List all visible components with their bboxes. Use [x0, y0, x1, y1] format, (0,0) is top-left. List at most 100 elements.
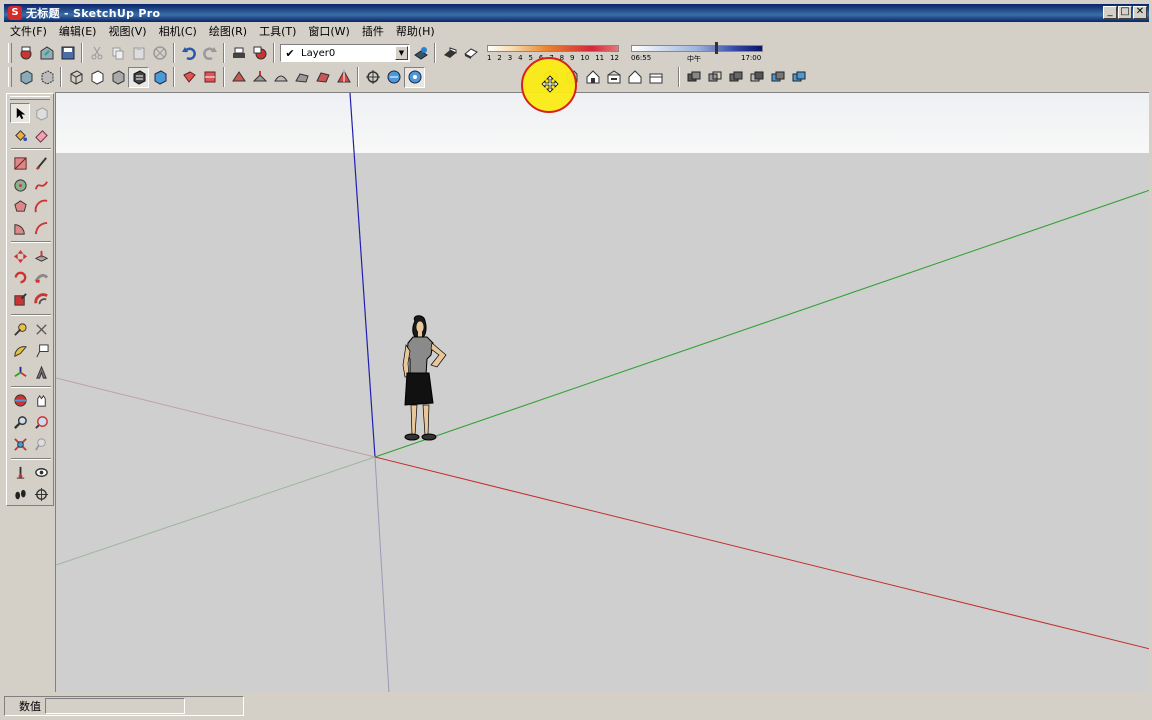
save-icon[interactable] [57, 43, 78, 64]
select-icon[interactable] [10, 103, 30, 123]
line-icon[interactable] [31, 153, 51, 173]
trim-icon[interactable] [767, 67, 788, 88]
push-pull-icon[interactable] [31, 246, 51, 266]
menu-file[interactable]: 文件(F) [4, 23, 53, 39]
text-icon[interactable] [31, 341, 51, 361]
look-around-icon[interactable] [31, 462, 51, 482]
rotate-icon[interactable] [10, 267, 30, 287]
position-camera-icon[interactable] [10, 462, 30, 482]
menu-tools[interactable]: 工具(T) [253, 23, 302, 39]
sandbox-from-contours-icon[interactable] [228, 67, 249, 88]
dimension-icon[interactable] [31, 319, 51, 339]
chevron-down-icon[interactable]: ▼ [395, 46, 408, 60]
minimize-button[interactable]: _ [1103, 6, 1117, 19]
polygon-icon[interactable] [10, 196, 30, 216]
menu-edit[interactable]: 编辑(E) [53, 23, 103, 39]
pan-icon[interactable] [31, 390, 51, 410]
intersect-icon[interactable] [704, 67, 725, 88]
monochrome-icon[interactable] [149, 67, 170, 88]
shaded-icon[interactable] [107, 67, 128, 88]
toolbar-grip[interactable] [10, 96, 50, 100]
layer-dropdown[interactable]: ✔ Layer0 ▼ [280, 44, 410, 62]
flip-edge-icon[interactable] [333, 67, 354, 88]
menu-camera[interactable]: 相机(C) [153, 23, 203, 39]
position-camera-icon[interactable] [362, 67, 383, 88]
erase-icon[interactable] [149, 43, 170, 64]
two-point-arc-icon[interactable] [31, 218, 51, 238]
axes-icon[interactable] [10, 362, 30, 382]
undo-icon[interactable] [178, 43, 199, 64]
menu-help[interactable]: 帮助(H) [390, 23, 441, 39]
make-component-icon[interactable] [31, 103, 51, 123]
smoove-icon[interactable] [270, 67, 291, 88]
move-icon[interactable] [10, 246, 30, 266]
get-models-icon[interactable] [15, 43, 36, 64]
close-button[interactable]: ✕ [1133, 6, 1147, 19]
shadow-settings-icon[interactable] [439, 43, 460, 64]
follow-me-icon[interactable] [31, 267, 51, 287]
wireframe-icon[interactable] [65, 67, 86, 88]
menu-draw[interactable]: 绘图(R) [203, 23, 253, 39]
3d-text-icon[interactable] [31, 362, 51, 382]
xray-icon[interactable] [15, 67, 36, 88]
model-viewport[interactable] [55, 92, 1149, 692]
toolbar-grip[interactable] [8, 43, 12, 63]
orbit-icon[interactable] [10, 390, 30, 410]
union-icon[interactable] [725, 67, 746, 88]
display-shadows-icon[interactable] [460, 43, 481, 64]
drape-icon[interactable] [312, 67, 333, 88]
look-around-icon[interactable] [404, 66, 425, 88]
menu-view[interactable]: 视图(V) [102, 23, 152, 39]
time-track[interactable] [631, 45, 763, 52]
print-icon[interactable] [228, 43, 249, 64]
rectangle-icon[interactable] [10, 153, 30, 173]
layer-manager-icon[interactable] [410, 43, 431, 64]
back-view-icon[interactable] [624, 67, 645, 88]
menu-window[interactable]: 窗口(W) [302, 23, 355, 39]
scale-figure[interactable] [402, 315, 447, 441]
menu-plugins[interactable]: 插件 [356, 23, 390, 39]
sandbox-from-scratch-icon[interactable] [249, 67, 270, 88]
split-icon[interactable] [788, 67, 809, 88]
paint-bucket-icon[interactable] [10, 125, 30, 145]
stamp-icon[interactable] [291, 67, 312, 88]
right-view-icon[interactable] [603, 67, 624, 88]
model-info-icon[interactable] [249, 43, 270, 64]
shaded-textures-icon[interactable] [128, 66, 149, 88]
section-plane-icon[interactable] [31, 484, 51, 504]
outer-shell-icon[interactable] [683, 67, 704, 88]
measurements-input[interactable] [45, 698, 185, 714]
share-model-icon[interactable] [36, 43, 57, 64]
arc-icon[interactable] [31, 196, 51, 216]
freehand-icon[interactable] [31, 175, 51, 195]
previous-view-icon[interactable] [31, 434, 51, 454]
month-track[interactable] [487, 45, 619, 52]
zoom-extents-icon[interactable] [10, 434, 30, 454]
tape-measure-icon[interactable] [10, 319, 30, 339]
toolbar-grip[interactable] [8, 67, 12, 87]
subtract-icon[interactable] [746, 67, 767, 88]
zoom-icon[interactable] [10, 412, 30, 432]
walk-icon[interactable] [383, 67, 404, 88]
section-plane-icon[interactable] [178, 67, 199, 88]
offset-icon[interactable] [31, 289, 51, 309]
left-view-icon[interactable] [645, 67, 666, 88]
pie-icon[interactable] [10, 218, 30, 238]
eraser-icon[interactable] [31, 125, 51, 145]
scale-icon[interactable] [10, 289, 30, 309]
circle-icon[interactable] [10, 175, 30, 195]
cut-icon[interactable] [86, 43, 107, 64]
front-view-icon[interactable] [582, 67, 603, 88]
redo-icon[interactable] [199, 43, 220, 64]
shadow-time-slider[interactable]: 06:55 中午 17:00 [631, 42, 763, 64]
maximize-button[interactable]: □ [1118, 6, 1132, 19]
back-edges-icon[interactable] [36, 67, 57, 88]
paste-icon[interactable] [128, 43, 149, 64]
walk-icon[interactable] [10, 484, 30, 504]
zoom-window-icon[interactable] [31, 412, 51, 432]
protractor-icon[interactable] [10, 341, 30, 361]
hidden-line-icon[interactable] [86, 67, 107, 88]
section-cut-icon[interactable] [199, 67, 220, 88]
time-slider-thumb[interactable] [715, 42, 718, 54]
copy-icon[interactable] [107, 43, 128, 64]
